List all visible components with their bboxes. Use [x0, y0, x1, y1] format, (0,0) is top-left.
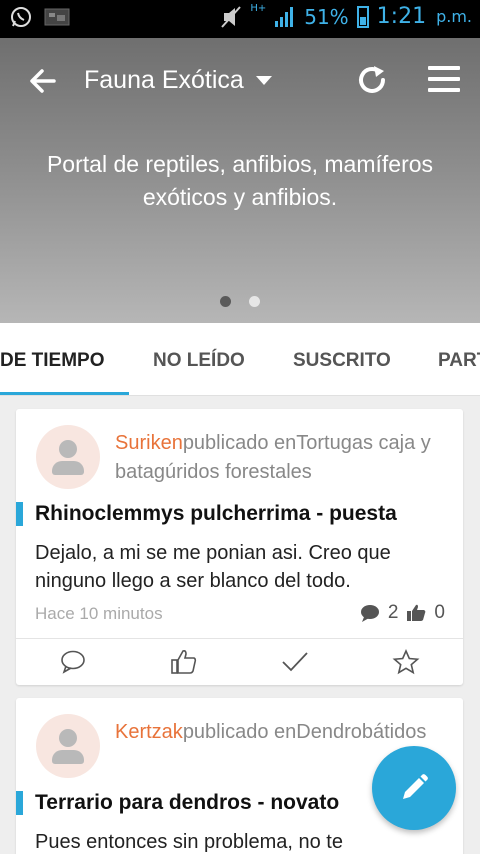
- arrow-left-icon[interactable]: [26, 64, 60, 98]
- like-count: 0: [434, 602, 445, 623]
- post-author[interactable]: Kertzak: [115, 721, 183, 743]
- post-time: Hace 10 minutos: [35, 604, 163, 623]
- tab-timeline[interactable]: DE TIEMPO: [0, 350, 105, 372]
- compose-button[interactable]: [372, 746, 456, 830]
- published-label: publicado en: [182, 432, 297, 454]
- post-title[interactable]: Terrario para dendros - novato: [16, 791, 339, 815]
- battery-percent: 51%: [304, 4, 349, 29]
- mute-icon: [221, 5, 242, 28]
- status-bar: H+ 51% 1:21 p.m.: [0, 0, 480, 38]
- post-counts: 2 0: [360, 602, 445, 624]
- hamburger-menu-icon[interactable]: [428, 66, 460, 94]
- comment-count: 2: [387, 602, 399, 623]
- post-actions: [16, 639, 463, 685]
- signal-icon: [275, 6, 294, 27]
- post-title[interactable]: Rhinoclemmys pulcherrima - puesta: [16, 502, 397, 526]
- clock-ampm: p.m.: [436, 7, 472, 26]
- forum-title-dropdown[interactable]: Fauna Exótica: [84, 66, 272, 95]
- post-excerpt: Pues entonces sin problema, no te: [35, 831, 343, 853]
- post-excerpt: Dejalo, a mi se me ponian asi. Creo que …: [35, 542, 391, 592]
- whatsapp-icon: [11, 7, 31, 27]
- pencil-icon: [403, 774, 428, 799]
- image-notification-icon: [44, 8, 70, 26]
- clock: 1:21: [376, 4, 427, 29]
- comment-count-icon: [360, 605, 379, 622]
- comment-icon[interactable]: [59, 649, 87, 675]
- avatar[interactable]: [36, 425, 100, 489]
- battery-icon: [356, 5, 369, 28]
- forum-header: Fauna Exótica Portal de reptiles, anfibi…: [0, 38, 480, 323]
- network-type: H+: [250, 3, 267, 14]
- tab-bar: DE TIEMPO NO LEÍDO SUSCRITO PART: [0, 323, 480, 396]
- post-forum[interactable]: Dendrobátidos: [296, 721, 426, 743]
- checkmark-icon[interactable]: [281, 649, 309, 675]
- tab-subscribed[interactable]: SUSCRITO: [293, 350, 391, 372]
- page-indicator: [220, 296, 260, 307]
- dropdown-caret-icon: [255, 76, 272, 85]
- like-icon[interactable]: [170, 649, 198, 675]
- published-label: publicado en: [182, 721, 297, 743]
- forum-title: Fauna Exótica: [84, 66, 244, 94]
- post-meta: Kertzakpublicado enDendrobátidos: [115, 718, 445, 747]
- active-tab-indicator: [0, 392, 129, 395]
- forum-description: Portal de reptiles, anfibios, mamíferos …: [46, 151, 434, 210]
- refresh-icon[interactable]: [354, 62, 390, 98]
- page-dot-active[interactable]: [220, 296, 231, 307]
- page-dot[interactable]: [249, 296, 260, 307]
- star-icon[interactable]: [392, 649, 420, 675]
- tab-unread[interactable]: NO LEÍDO: [153, 350, 245, 372]
- post-author[interactable]: Suriken: [115, 432, 183, 454]
- post-card[interactable]: Surikenpublicado enTortugas caja y batag…: [16, 409, 463, 685]
- tab-participated[interactable]: PART: [438, 350, 480, 372]
- like-count-icon: [407, 604, 426, 621]
- post-meta: Surikenpublicado enTortugas caja y batag…: [115, 429, 445, 487]
- avatar[interactable]: [36, 714, 100, 778]
